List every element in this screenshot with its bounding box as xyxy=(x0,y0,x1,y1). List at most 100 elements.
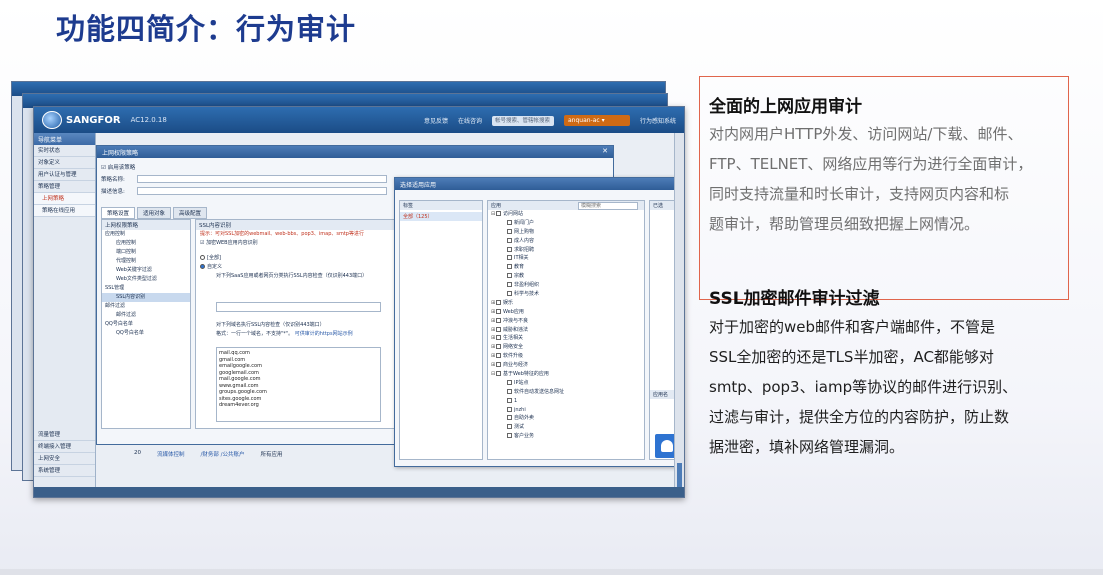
app-category[interactable]: ⊞ 威胁和违法 xyxy=(488,326,644,335)
tree-leaf[interactable]: 邮件过滤 xyxy=(102,311,190,320)
checkbox-icon[interactable] xyxy=(507,397,512,403)
account-search-input[interactable]: 帐号搜索、管辖帐搜索 xyxy=(491,115,554,126)
checkbox-icon[interactable] xyxy=(507,282,512,288)
checkbox-icon[interactable] xyxy=(507,415,512,421)
app-category[interactable]: ⊞ 软件升级 xyxy=(488,352,644,361)
app-item[interactable]: 科学与技术 xyxy=(488,290,644,299)
policy-name-field[interactable] xyxy=(137,175,387,183)
nav-item-policy[interactable]: 策略管理 xyxy=(34,181,95,193)
decrypt-checkbox[interactable]: ☑ 加密WEB应用内容识别 xyxy=(196,239,394,248)
tree-leaf[interactable]: Web关键字过滤 xyxy=(102,266,190,275)
user-menu[interactable]: anquan-ac ▾ xyxy=(563,115,630,126)
scroll-thumb[interactable] xyxy=(677,463,682,487)
app-category[interactable]: ⊞ 商业与经济 xyxy=(488,361,644,370)
nav-item-security[interactable]: 上网安全 xyxy=(34,453,95,465)
tab-applicable-objects[interactable]: 适用对象 xyxy=(137,207,172,219)
checkbox-icon[interactable] xyxy=(507,291,512,297)
app-category[interactable]: ⊞ 网络安全 xyxy=(488,343,644,352)
checkbox-icon[interactable] xyxy=(496,335,501,341)
app-category[interactable]: ⊞ 生活相关 xyxy=(488,334,644,343)
checkbox-icon[interactable] xyxy=(496,317,501,323)
app-item[interactable]: 成人内容 xyxy=(488,237,644,246)
app-item[interactable]: IP站点 xyxy=(488,379,644,388)
nav-item-traffic[interactable]: 流量管理 xyxy=(34,429,95,441)
app-item[interactable]: 网上购物 xyxy=(488,228,644,237)
app-category[interactable]: ⊞ Web应用 xyxy=(488,308,644,317)
checkbox-icon[interactable] xyxy=(496,326,501,332)
checkbox-icon[interactable] xyxy=(507,255,512,261)
https-example-link[interactable]: 可供审计的https网站示例 xyxy=(295,331,353,337)
app-item[interactable]: 自助外卖 xyxy=(488,414,644,423)
checkbox-icon[interactable] xyxy=(496,362,501,368)
app-category[interactable]: ⊞ 冲浪与不良 xyxy=(488,317,644,326)
option-custom-radio[interactable]: 自定义 xyxy=(196,263,394,272)
vertical-scrollbar[interactable] xyxy=(674,133,684,487)
tree-leaf[interactable]: 应用控制 xyxy=(102,239,190,248)
checkbox-icon[interactable] xyxy=(507,406,512,412)
checkbox-icon[interactable] xyxy=(507,264,512,270)
section2-line: SSL全加密的还是TLS半加密，AC都能够对 xyxy=(709,348,994,366)
checkbox-icon[interactable] xyxy=(496,211,501,216)
tree-group[interactable]: SSL管理 xyxy=(102,284,190,293)
tree-group[interactable]: 应用控制 xyxy=(102,230,190,239)
checkbox-icon[interactable] xyxy=(496,371,501,377)
tree-group[interactable]: 邮件过滤 xyxy=(102,302,190,311)
tree-group[interactable]: QQ号白名单 xyxy=(102,320,190,329)
app-item[interactable]: 宗教 xyxy=(488,272,644,281)
app-item[interactable]: jnzhi xyxy=(488,406,644,415)
tree-leaf[interactable]: QQ号白名单 xyxy=(102,329,190,338)
checkbox-icon[interactable] xyxy=(507,424,512,430)
app-category[interactable]: ⊟ 基于Web特征的应用 xyxy=(488,370,644,379)
saas-select-field[interactable] xyxy=(216,302,381,312)
policy-table-row[interactable]: 20 流媒体控制 /财务部 /公共账户 所有应用 xyxy=(134,450,283,458)
tree-leaf[interactable]: Web文件类型过滤 xyxy=(102,275,190,284)
app-item[interactable]: 非盈利组织 xyxy=(488,281,644,290)
checkbox-icon[interactable] xyxy=(507,379,512,385)
row-policy-name[interactable]: 流媒体控制 xyxy=(157,450,185,458)
nav-item-web-policy[interactable]: 上网策略 xyxy=(34,193,95,205)
checkbox-icon[interactable] xyxy=(507,388,512,394)
online-help-link[interactable]: 在线咨询 xyxy=(458,116,482,125)
behavior-system-link[interactable]: 行为感知系统 xyxy=(640,116,676,125)
tree-leaf[interactable]: SSL内容识别 xyxy=(102,293,190,302)
nav-item-system[interactable]: 系统管理 xyxy=(34,465,95,477)
feedback-link[interactable]: 意见反馈 xyxy=(424,116,448,125)
nav-item-user-auth[interactable]: 用户认证与管理 xyxy=(34,169,95,181)
app-item[interactable]: 客户业务 xyxy=(488,432,644,441)
tree-leaf[interactable]: 端口控制 xyxy=(102,248,190,257)
checkbox-icon[interactable] xyxy=(507,219,512,225)
app-item[interactable]: 新闻门户 xyxy=(488,219,644,228)
checkbox-icon[interactable] xyxy=(496,353,501,359)
app-item[interactable]: 求职招聘 xyxy=(488,246,644,255)
policy-desc-field[interactable] xyxy=(137,187,387,195)
app-item[interactable]: 软件自动发送信息网址 xyxy=(488,388,644,397)
app-item[interactable]: 测试 xyxy=(488,423,644,432)
app-item[interactable]: 1 xyxy=(488,397,644,406)
domain-list-textarea[interactable]: mail.qq.com gmail.com emailgoogle.com googl… xyxy=(216,347,381,422)
nav-item-objects[interactable]: 对象定义 xyxy=(34,157,95,169)
app-category[interactable]: ⊟ 访问网站 xyxy=(488,210,644,219)
option-all-label: [全部] xyxy=(207,255,221,261)
option-all-radio[interactable]: [全部] xyxy=(196,254,394,263)
app-search-input[interactable]: 模糊搜索 xyxy=(578,202,638,210)
checkbox-icon[interactable] xyxy=(496,344,501,350)
tag-item-all[interactable]: 全部（125） xyxy=(400,212,482,221)
tab-advanced[interactable]: 高级配置 xyxy=(173,207,208,219)
checkbox-icon[interactable] xyxy=(507,273,512,279)
checkbox-icon[interactable] xyxy=(507,228,512,234)
app-item[interactable]: IT相关 xyxy=(488,254,644,263)
checkbox-icon[interactable] xyxy=(496,299,501,305)
app-item[interactable]: 教育 xyxy=(488,263,644,272)
tab-policy-settings[interactable]: 策略设置 xyxy=(101,207,136,219)
checkbox-icon[interactable] xyxy=(507,237,512,243)
checkbox-icon[interactable] xyxy=(507,433,512,439)
checkbox-icon[interactable] xyxy=(496,308,501,314)
enable-policy-checkbox[interactable]: ☑ 启用该策略 xyxy=(101,163,135,171)
nav-item-realtime[interactable]: 实时状态 xyxy=(34,145,95,157)
app-category[interactable]: ⊞ 娱乐 xyxy=(488,299,644,308)
nav-item-terminal[interactable]: 终端接入管理 xyxy=(34,441,95,453)
checkbox-icon[interactable] xyxy=(507,246,512,252)
tree-leaf[interactable]: 代理控制 xyxy=(102,257,190,266)
close-icon[interactable]: ✕ xyxy=(602,147,608,155)
nav-item-policy-online[interactable]: 策略在线应用 xyxy=(34,205,95,217)
